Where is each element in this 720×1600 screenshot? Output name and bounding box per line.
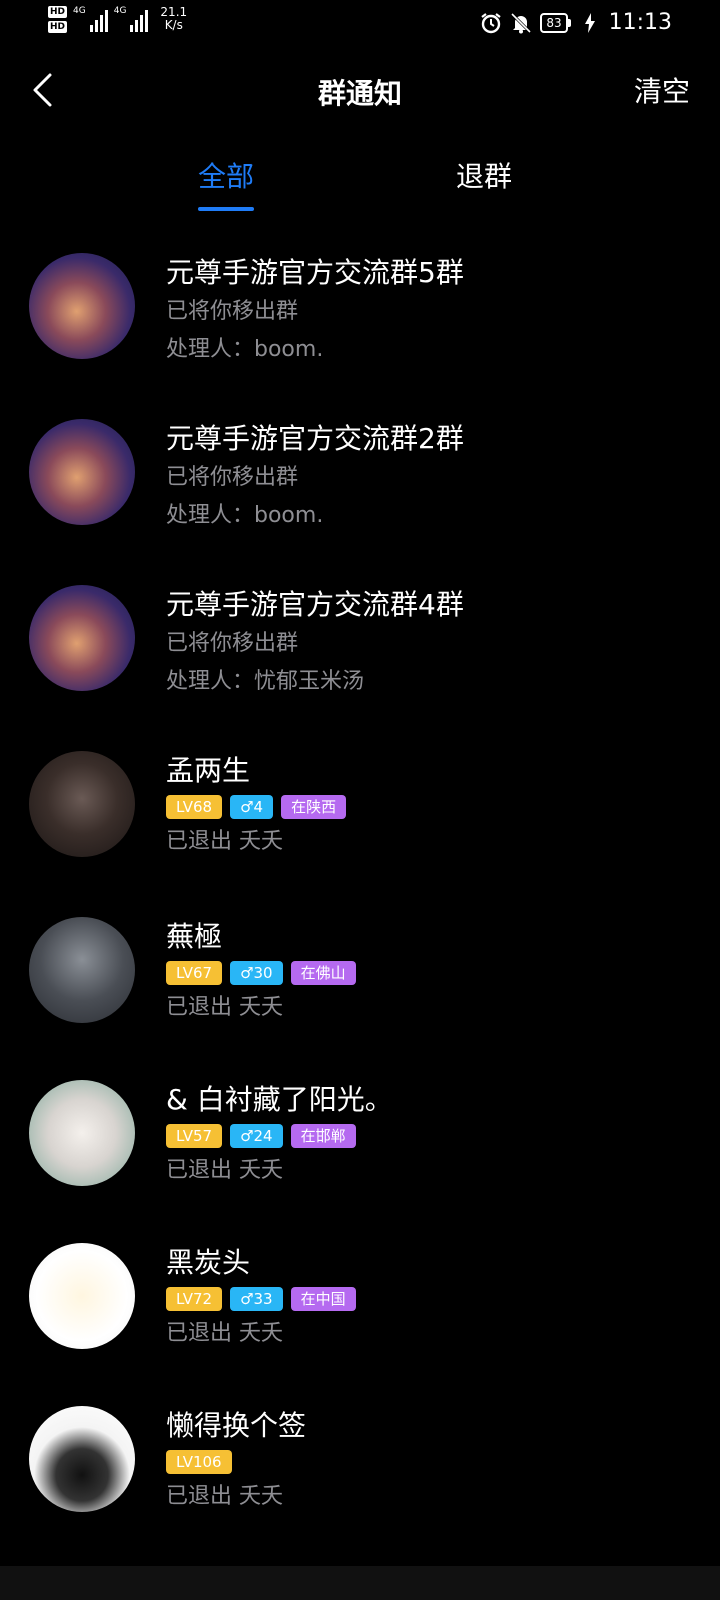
network-type-2: 4G — [113, 6, 127, 16]
list-item[interactable]: & 白衬藏了阳光。 LV57 ♂24 在邯郸 已退出 夭夭 — [0, 1072, 720, 1235]
item-description: 已将你移出群 — [166, 631, 299, 656]
top-bar: 群通知 清空 — [0, 56, 720, 126]
avatar[interactable] — [29, 917, 135, 1023]
mute-bell-icon — [510, 12, 532, 34]
avatar[interactable] — [29, 253, 135, 359]
hd-badge-2: HD — [48, 21, 68, 33]
page-title: 群通知 — [317, 77, 402, 110]
item-handler: 处理人：忧郁玉米汤 — [166, 669, 365, 694]
bottom-strip — [0, 1566, 720, 1600]
level-badge: LV67 — [166, 961, 223, 985]
list-item[interactable]: 孟两生 LV68 ♂4 在陕西 已退出 夭夭 — [0, 743, 720, 909]
member-name: 蕪極 — [166, 920, 223, 953]
signal-icon-2: 4G — [114, 6, 149, 32]
level-badge: LV68 — [166, 795, 223, 819]
notification-list: 元尊手游官方交流群5群 已将你移出群 处理人：boom. 元尊手游官方交流群2群… — [0, 245, 720, 1561]
avatar[interactable] — [29, 419, 135, 525]
hd-badge-1: HD — [48, 6, 68, 18]
battery-icon: 83 — [540, 13, 571, 33]
avatar[interactable] — [29, 585, 135, 691]
list-item[interactable]: 黑炭头 LV72 ♂33 在中国 已退出 夭夭 — [0, 1235, 720, 1398]
tab-bar: 全部 退群 — [0, 155, 720, 211]
exit-status: 已退出 夭夭 — [166, 995, 283, 1020]
location-badge: 在中国 — [290, 1287, 356, 1311]
location-badge: 在佛山 — [290, 961, 356, 985]
network-speed: 21.1 K/s — [160, 6, 187, 32]
network-type-1: 4G — [73, 6, 86, 16]
hd-indicators: HD HD — [48, 6, 68, 33]
signal-icon: 4G — [73, 6, 108, 32]
battery-level: 83 — [540, 13, 568, 33]
level-badge: LV72 — [166, 1287, 223, 1311]
member-name: 孟两生 — [166, 754, 251, 787]
tab-all[interactable]: 全部 — [198, 155, 255, 211]
list-item[interactable]: 懒得换个签 LV106 已退出 夭夭 — [0, 1398, 720, 1561]
list-item[interactable]: 元尊手游官方交流群5群 已将你移出群 处理人：boom. — [0, 245, 720, 411]
alarm-icon — [480, 12, 502, 34]
item-handler: 处理人：boom. — [166, 503, 324, 528]
speed-unit: K/s — [164, 18, 183, 32]
location-badge: 在陕西 — [281, 795, 347, 819]
gender-age-badge: ♂4 — [230, 795, 274, 819]
tab-quit-group[interactable]: 退群 — [456, 155, 512, 195]
avatar[interactable] — [29, 1080, 135, 1186]
gender-age-badge: ♂30 — [230, 961, 283, 985]
exit-status: 已退出 夭夭 — [166, 1158, 283, 1183]
exit-status: 已退出 夭夭 — [166, 1321, 283, 1346]
list-item[interactable]: 元尊手游官方交流群4群 已将你移出群 处理人：忧郁玉米汤 — [0, 577, 720, 743]
member-name: 黑炭头 — [166, 1246, 251, 1279]
level-badge: LV57 — [166, 1124, 223, 1148]
clear-button[interactable]: 清空 — [634, 70, 690, 110]
list-item[interactable]: 蕪極 LV67 ♂30 在佛山 已退出 夭夭 — [0, 909, 720, 1072]
gender-age-badge: ♂33 — [230, 1287, 283, 1311]
item-title: 元尊手游官方交流群5群 — [166, 256, 464, 289]
member-name: 懒得换个签 — [166, 1409, 307, 1442]
item-title: 元尊手游官方交流群4群 — [166, 588, 464, 621]
list-item[interactable]: 元尊手游官方交流群2群 已将你移出群 处理人：boom. — [0, 411, 720, 577]
exit-status: 已退出 夭夭 — [166, 1484, 283, 1509]
status-bar: HD HD 4G 4G 21.1 K/s 83 11:13 — [0, 0, 720, 50]
exit-status: 已退出 夭夭 — [166, 829, 283, 854]
avatar[interactable] — [29, 1406, 135, 1512]
location-badge: 在邯郸 — [290, 1124, 356, 1148]
item-description: 已将你移出群 — [166, 299, 299, 324]
clock: 11:13 — [608, 10, 672, 35]
avatar[interactable] — [29, 1243, 135, 1349]
item-description: 已将你移出群 — [166, 465, 299, 490]
item-handler: 处理人：boom. — [166, 337, 324, 362]
gender-age-badge: ♂24 — [230, 1124, 283, 1148]
member-name: & 白衬藏了阳光。 — [166, 1083, 393, 1116]
charging-icon — [579, 12, 601, 34]
item-title: 元尊手游官方交流群2群 — [166, 422, 464, 455]
level-badge: LV106 — [166, 1450, 232, 1474]
avatar[interactable] — [29, 751, 135, 857]
